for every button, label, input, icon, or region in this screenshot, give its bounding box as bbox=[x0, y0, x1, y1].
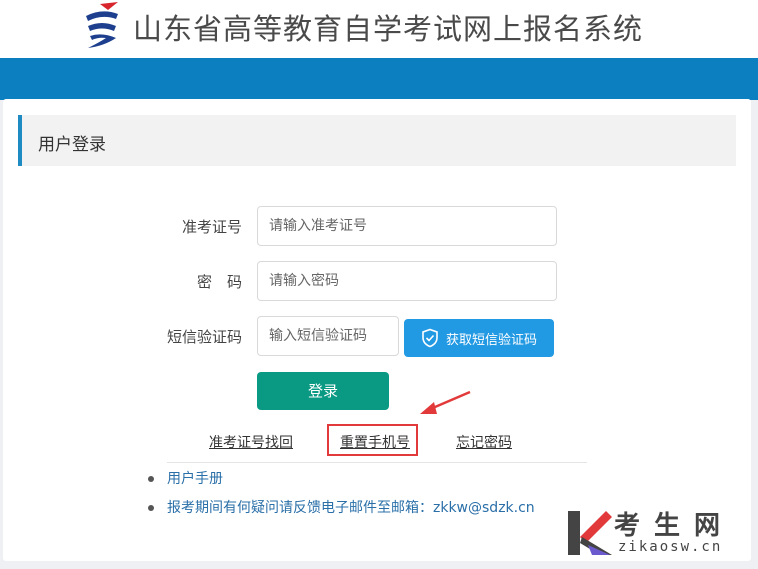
k-logo-icon bbox=[568, 511, 612, 555]
section-header: 用户登录 bbox=[18, 115, 736, 166]
sms-code-label: 短信验证码 bbox=[166, 328, 242, 346]
section-title: 用户登录 bbox=[38, 135, 106, 155]
reset-phone-link[interactable]: 重置手机号 bbox=[340, 432, 410, 452]
forgot-password-link[interactable]: 忘记密码 bbox=[456, 432, 512, 452]
red-arrow-icon bbox=[420, 390, 471, 414]
password-input[interactable] bbox=[257, 261, 557, 301]
retrieve-exam-id-link[interactable]: 准考证号找回 bbox=[209, 432, 293, 452]
header: 山东省高等教育自学考试网上报名系统 bbox=[0, 0, 758, 58]
sms-code-input[interactable] bbox=[257, 316, 399, 356]
feedback-email-text: 报考期间有何疑问请反馈电子邮件至邮箱：zkkw@sdzk.cn bbox=[148, 496, 535, 525]
exam-id-input[interactable] bbox=[257, 206, 557, 246]
site-title: 山东省高等教育自学考试网上报名系统 bbox=[133, 12, 644, 46]
sdzk-logo-icon bbox=[86, 2, 118, 48]
info-list: 用户手册 报考期间有何疑问请反馈电子邮件至邮箱：zkkw@sdzk.cn bbox=[148, 467, 535, 525]
get-sms-code-button[interactable]: 获取短信验证码 bbox=[404, 319, 554, 357]
exam-id-label: 准考证号 bbox=[181, 218, 242, 236]
user-manual-link[interactable]: 用户手册 bbox=[148, 467, 535, 496]
get-sms-code-label: 获取短信验证码 bbox=[446, 332, 538, 348]
watermark: 考生网 zikaosw.cn bbox=[566, 507, 752, 563]
divider bbox=[167, 462, 587, 463]
watermark-domain: zikaosw.cn bbox=[618, 539, 723, 555]
login-button[interactable]: 登录 bbox=[257, 372, 389, 410]
header-bar bbox=[0, 58, 758, 100]
watermark-brand: 考生网 bbox=[614, 511, 735, 541]
password-label: 密 码 bbox=[196, 273, 242, 291]
shield-check-icon bbox=[420, 328, 440, 348]
